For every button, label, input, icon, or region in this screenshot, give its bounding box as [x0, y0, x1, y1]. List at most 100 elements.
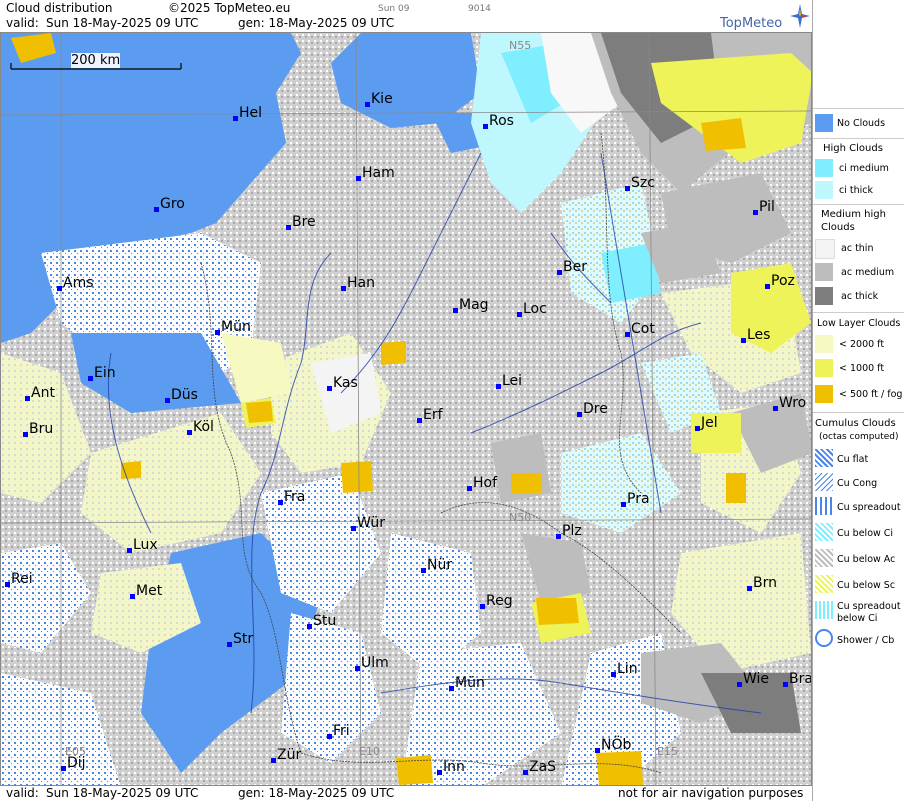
- city-marker-icon: [741, 338, 746, 343]
- city-zas: ZaS: [523, 759, 556, 775]
- city-marker-icon: [557, 270, 562, 275]
- city-marker-icon: [417, 418, 422, 423]
- footer-bar: valid: Sun 18-May-2025 09 UTC gen: 18-Ma…: [0, 786, 812, 801]
- city-label: Mün: [221, 319, 251, 335]
- city-label: Cot: [631, 321, 655, 337]
- city-marker-icon: [695, 426, 700, 431]
- legend-cu-spread: Cu spreadout: [837, 502, 901, 513]
- city-marker-icon: [483, 124, 488, 129]
- city-marker-icon: [480, 604, 485, 609]
- city-label: Pra: [627, 491, 650, 507]
- valid-label: valid:: [6, 16, 39, 30]
- legend-cu-below-ci: Cu below Ci: [837, 528, 894, 539]
- city-marker-icon: [747, 586, 752, 591]
- city-label: Kas: [333, 375, 358, 391]
- city-mün: Mün: [215, 319, 251, 335]
- city-marker-icon: [271, 758, 276, 763]
- city-label: Dij: [67, 755, 86, 771]
- city-label: Hel: [239, 105, 263, 121]
- city-bra: Bra: [783, 671, 811, 687]
- city-label: Plz: [562, 523, 582, 539]
- city-reg: Reg: [480, 593, 513, 609]
- city-marker-icon: [577, 412, 582, 417]
- city-marker-icon: [783, 682, 788, 687]
- city-label: Mag: [459, 297, 489, 313]
- city-lux: Lux: [127, 537, 158, 553]
- time-tab[interactable]: Sun 09: [378, 4, 409, 14]
- city-stu: Stu: [307, 613, 336, 629]
- valid-value: Sun 18-May-2025 09 UTC: [46, 16, 199, 30]
- city-szc: Szc: [625, 175, 655, 191]
- city-label: Fra: [284, 489, 306, 505]
- swatch-cu-cong: [815, 473, 833, 491]
- city-marker-icon: [737, 682, 742, 687]
- city-label: Brn: [753, 575, 777, 591]
- city-marker-icon: [621, 502, 626, 507]
- city-nöb: NÖb: [595, 737, 631, 753]
- swatch-cu-below-ac: [815, 549, 833, 567]
- city-marker-icon: [625, 332, 630, 337]
- swatch-cu-below-ci: [815, 523, 833, 541]
- city-rei: Rei: [5, 571, 33, 587]
- grid-label-e15: E15: [657, 745, 678, 758]
- footer-valid-value: Sun 18-May-2025 09 UTC: [46, 786, 199, 800]
- city-label: Ant: [31, 385, 55, 401]
- city-label: Kie: [371, 91, 393, 107]
- legend-cu-flat: Cu flat: [837, 454, 869, 465]
- legend-low-clouds: Low Layer Clouds < 2000 ft < 1000 ft < 5…: [813, 312, 904, 411]
- city-gro: Gro: [154, 196, 185, 212]
- city-bru: Bru: [23, 421, 53, 437]
- city-marker-icon: [523, 770, 528, 775]
- city-marker-icon: [130, 594, 135, 599]
- city-marker-icon: [127, 548, 132, 553]
- cloud-map[interactable]: 200 km N55 N50 E05 E10 E15 Hel Kie Ros Ham S…: [0, 32, 812, 786]
- city-label: Hof: [473, 475, 498, 491]
- city-label: Ber: [563, 259, 587, 275]
- city-marker-icon: [449, 686, 454, 691]
- city-marker-icon: [5, 582, 10, 587]
- city-label: Wro: [779, 395, 807, 411]
- city-marker-icon: [595, 748, 600, 753]
- grid-label-e10: E10: [359, 745, 380, 758]
- copyright-text: ©2025 TopMeteo.eu: [168, 1, 291, 15]
- legend-low-1000: < 1000 ft: [839, 363, 885, 374]
- city-mün2: Mün: [449, 675, 485, 691]
- city-marker-icon: [88, 376, 93, 381]
- header-bar: Cloud distribution ©2025 TopMeteo.eu Sun…: [0, 0, 812, 32]
- city-label: Gro: [160, 196, 185, 212]
- city-label: Zür: [277, 747, 302, 763]
- city-marker-icon: [467, 486, 472, 491]
- city-label: Ulm: [361, 655, 389, 671]
- city-label: Lei: [502, 373, 523, 389]
- swatch-low-1000: [815, 359, 833, 377]
- city-marker-icon: [421, 568, 426, 573]
- brand-name: TopMeteo: [720, 16, 783, 31]
- legend-low-500: < 500 ft / fog: [839, 389, 903, 400]
- city-zür: Zür: [271, 747, 302, 763]
- city-label: Ham: [362, 165, 395, 181]
- city-erf: Erf: [417, 407, 443, 423]
- city-hel: Hel: [233, 105, 263, 121]
- legend-high-clouds: High Clouds ci medium ci thick: [813, 138, 904, 205]
- city-marker-icon: [307, 624, 312, 629]
- city-jel: Jel: [695, 415, 718, 431]
- compass-star-icon: [790, 4, 810, 28]
- city-marker-icon: [496, 384, 501, 389]
- city-marker-icon: [453, 308, 458, 313]
- map-title: Cloud distribution: [6, 1, 113, 15]
- city-label: Ams: [63, 275, 94, 291]
- swatch-ac-thick: [815, 287, 833, 305]
- legend-no-clouds: No Clouds: [813, 108, 904, 137]
- city-ber: Ber: [557, 259, 587, 275]
- city-marker-icon: [165, 398, 170, 403]
- city-dre: Dre: [577, 401, 608, 417]
- city-marker-icon: [57, 286, 62, 291]
- city-plz: Plz: [556, 523, 582, 539]
- city-label: Inn: [443, 759, 465, 775]
- city-lin: Lin: [611, 661, 638, 677]
- city-kas: Kas: [327, 375, 358, 391]
- city-marker-icon: [611, 672, 616, 677]
- city-nür: Nür: [421, 557, 452, 573]
- swatch-ci-medium: [815, 159, 833, 177]
- legend-ac-medium: ac medium: [841, 267, 895, 278]
